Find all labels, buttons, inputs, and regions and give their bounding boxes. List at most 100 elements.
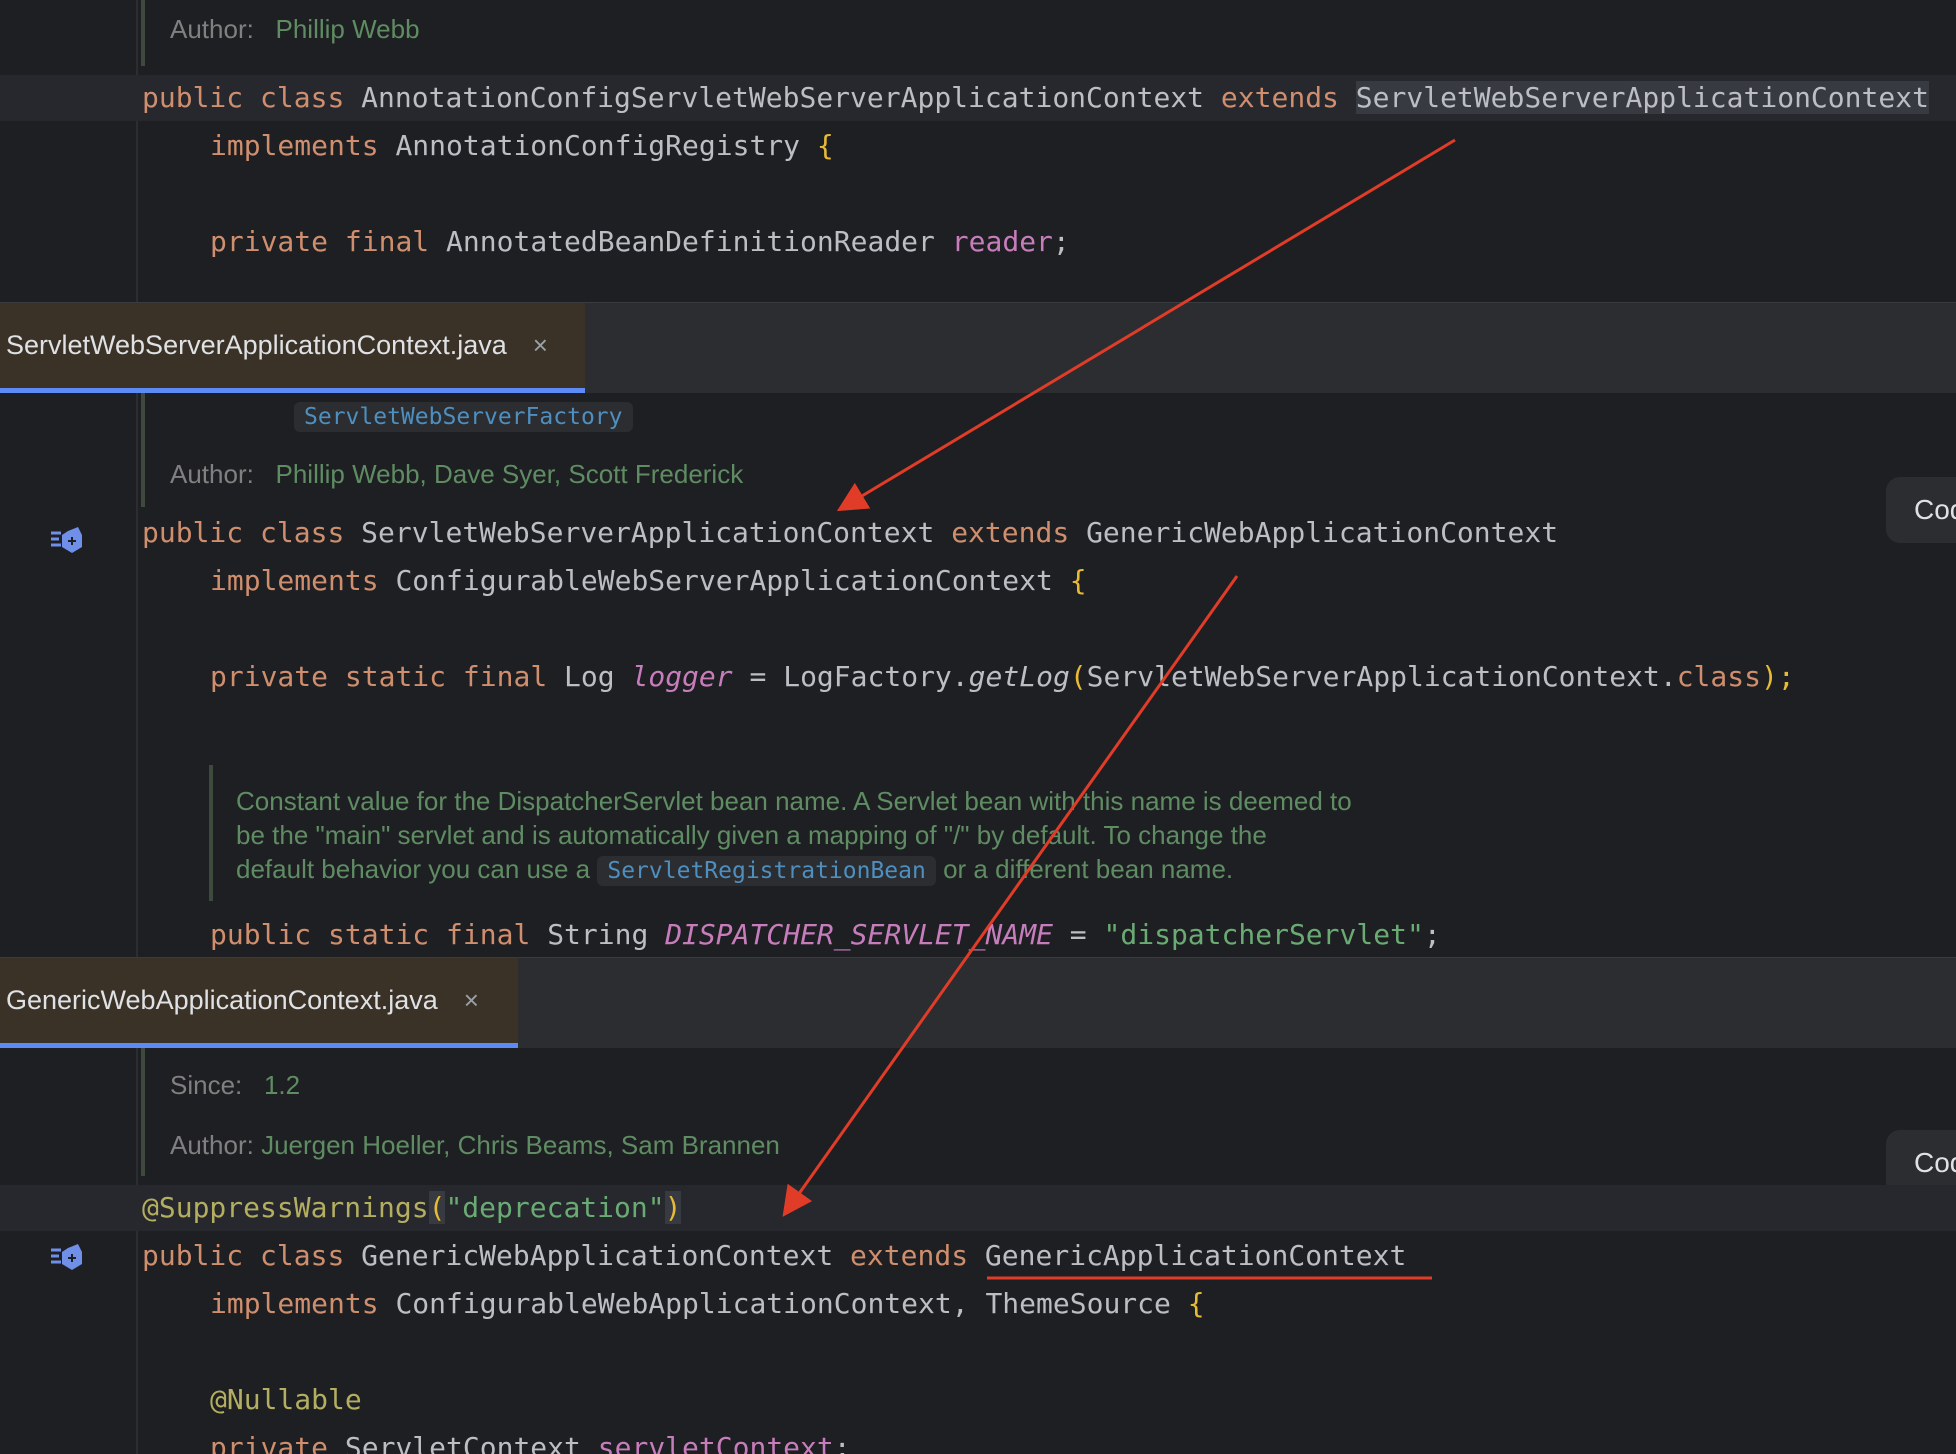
code-line-implements[interactable]: implements ConfigurableWebApplicationCon… — [142, 1284, 1205, 1324]
gutter-divider — [136, 0, 138, 302]
class-name: LogFactory. — [783, 660, 969, 693]
tab-bar: GenericWebApplicationContext.java × — [0, 958, 1956, 1048]
class-name: GenericWebApplicationContext — [361, 1239, 834, 1272]
field-name: logger — [631, 660, 733, 693]
interface-name: AnnotationConfigRegistry — [395, 129, 801, 162]
parent-class-link[interactable]: GenericWebApplicationContext — [1086, 516, 1558, 549]
doc-comment-dispatcher: Constant value for the DispatcherServlet… — [236, 784, 1352, 888]
gutter-divider — [136, 1048, 138, 1454]
parent-class-link[interactable]: ServletWebServerApplicationContext — [1355, 81, 1929, 114]
paren: ( — [428, 1191, 446, 1224]
argument: ServletWebServerApplicationContext. — [1086, 660, 1677, 693]
keyword: public — [210, 918, 312, 951]
keyword: implements — [210, 129, 379, 162]
author-value: Juergen Hoeller, Chris Beams, Sam Branne… — [261, 1130, 780, 1160]
tab-generic-web-application-context[interactable]: GenericWebApplicationContext.java × — [0, 958, 518, 1048]
class-name: AnnotationConfigServletWebServerApplicat… — [361, 81, 1205, 114]
tab-bar: ServletWebServerApplicationContext.java … — [0, 303, 1956, 393]
keyword: class — [260, 516, 345, 549]
tab-servlet-web-server-application-context[interactable]: ServletWebServerApplicationContext.java … — [0, 303, 585, 393]
operator: = — [732, 660, 784, 693]
author-value: Phillip Webb, Dave Syer, Scott Frederick — [275, 459, 744, 489]
code-line-implements[interactable]: implements AnnotationConfigRegistry { — [142, 126, 834, 166]
keyword: private — [210, 225, 329, 258]
implemented-by-gutter-icon[interactable] — [48, 525, 84, 555]
constant-name: DISPATCHER_SERVLET_NAME — [665, 918, 1053, 951]
string-literal: "deprecation" — [445, 1191, 665, 1224]
doc-text-line: be the "main" servlet and is automatical… — [236, 820, 1267, 850]
string-literal: "dispatcherServlet" — [1103, 918, 1424, 951]
operator: = — [1052, 918, 1104, 951]
doc-author: Author: Juergen Hoeller, Chris Beams, Sa… — [170, 1130, 780, 1161]
paren: ); — [1760, 660, 1795, 693]
parent-class-link[interactable]: GenericApplicationContext — [985, 1239, 1406, 1272]
keyword: private — [210, 1431, 329, 1454]
editor-pane-generic-web[interactable]: GenericWebApplicationContext.java × Sinc… — [0, 958, 1956, 1454]
since-value: 1.2 — [263, 1070, 301, 1100]
doc-comment-bar — [141, 1048, 145, 1176]
keyword: static — [344, 660, 447, 693]
code-line-field-reader[interactable]: private final AnnotatedBeanDefinitionRea… — [142, 222, 1070, 262]
close-icon[interactable]: × — [533, 330, 548, 361]
code-line-nullable[interactable]: @Nullable — [142, 1380, 362, 1420]
class-name: ServletWebServerApplicationContext — [361, 516, 935, 549]
field-name: servletContext — [597, 1431, 834, 1454]
paren: ) — [664, 1191, 682, 1224]
author-value: Phillip Webb — [275, 14, 420, 44]
keyword: static — [328, 918, 430, 951]
keyword: final — [462, 660, 548, 693]
brace: { — [1187, 1287, 1205, 1320]
code-line-class-declaration[interactable]: public class AnnotationConfigServletWebS… — [142, 78, 1929, 118]
close-icon[interactable]: × — [464, 985, 479, 1016]
doc-author: Author: Phillip Webb — [170, 14, 420, 45]
code-line-dispatcher-constant[interactable]: public static final String DISPATCHER_SE… — [142, 915, 1441, 955]
semicolon: ; — [833, 1431, 851, 1454]
doc-text-line: Constant value for the DispatcherServlet… — [236, 786, 1352, 816]
side-button-label: Cod — [1914, 1147, 1956, 1178]
implemented-by-gutter-icon[interactable] — [48, 1242, 84, 1272]
tab-label: ServletWebServerApplicationContext.java — [6, 330, 507, 360]
keyword: extends — [951, 516, 1070, 549]
keyword: final — [344, 225, 430, 258]
keyword: public — [142, 1239, 244, 1272]
doc-comment-bar — [141, 393, 145, 507]
type-name: Log — [564, 660, 615, 693]
gutter-divider — [136, 393, 138, 957]
keyword: private — [210, 660, 329, 693]
editor-pane-servlet-web-server[interactable]: ServletWebServerApplicationContext.java … — [0, 303, 1956, 957]
keyword: extends — [1220, 81, 1339, 114]
interface-name: ConfigurableWebApplicationContext, Theme… — [395, 1287, 1171, 1320]
author-label: Author: — [170, 1130, 254, 1160]
code-line-servlet-context-field[interactable]: private ServletContext servletContext; — [142, 1428, 851, 1454]
semicolon: ; — [1052, 225, 1070, 258]
doc-comment-bar — [209, 765, 213, 901]
doc-author: Author: Phillip Webb, Dave Syer, Scott F… — [170, 459, 743, 490]
doc-text-line: or a different bean name. — [935, 854, 1234, 884]
paren: ( — [1069, 660, 1087, 693]
keyword: final — [446, 918, 531, 951]
code-line-annotation[interactable]: @SuppressWarnings("deprecation") — [142, 1188, 682, 1228]
annotation: @Nullable — [210, 1383, 362, 1416]
keyword: class — [260, 81, 345, 114]
brace: { — [816, 129, 834, 162]
code-line-class-declaration[interactable]: public class GenericWebApplicationContex… — [142, 1236, 1406, 1276]
doc-reference-link[interactable]: ServletRegistrationBean — [597, 856, 936, 886]
field-name: reader — [951, 225, 1053, 258]
code-side-button[interactable]: Cod — [1886, 477, 1956, 543]
since-label: Since: — [170, 1070, 243, 1100]
editor-pane-annotation-config[interactable]: Author: Phillip Webb public class Annota… — [0, 0, 1956, 302]
keyword: public — [142, 516, 244, 549]
code-line-class-declaration[interactable]: public class ServletWebServerApplication… — [142, 513, 1558, 553]
brace: { — [1069, 564, 1087, 597]
author-label: Author: — [170, 14, 254, 44]
keyword: public — [142, 81, 244, 114]
code-line-implements[interactable]: implements ConfigurableWebServerApplicat… — [142, 561, 1087, 601]
interface-name: ConfigurableWebServerApplicationContext — [395, 564, 1053, 597]
keyword: class — [1676, 660, 1761, 693]
doc-comment-bar — [141, 0, 145, 66]
type-name: String — [547, 918, 649, 951]
doc-reference-link[interactable]: ServletWebServerFactory — [294, 402, 633, 432]
doc-see-reference: ServletWebServerFactory — [294, 400, 633, 432]
code-line-logger[interactable]: private static final Log logger = LogFac… — [142, 657, 1795, 697]
doc-text-line: default behavior you can use a — [236, 854, 598, 884]
